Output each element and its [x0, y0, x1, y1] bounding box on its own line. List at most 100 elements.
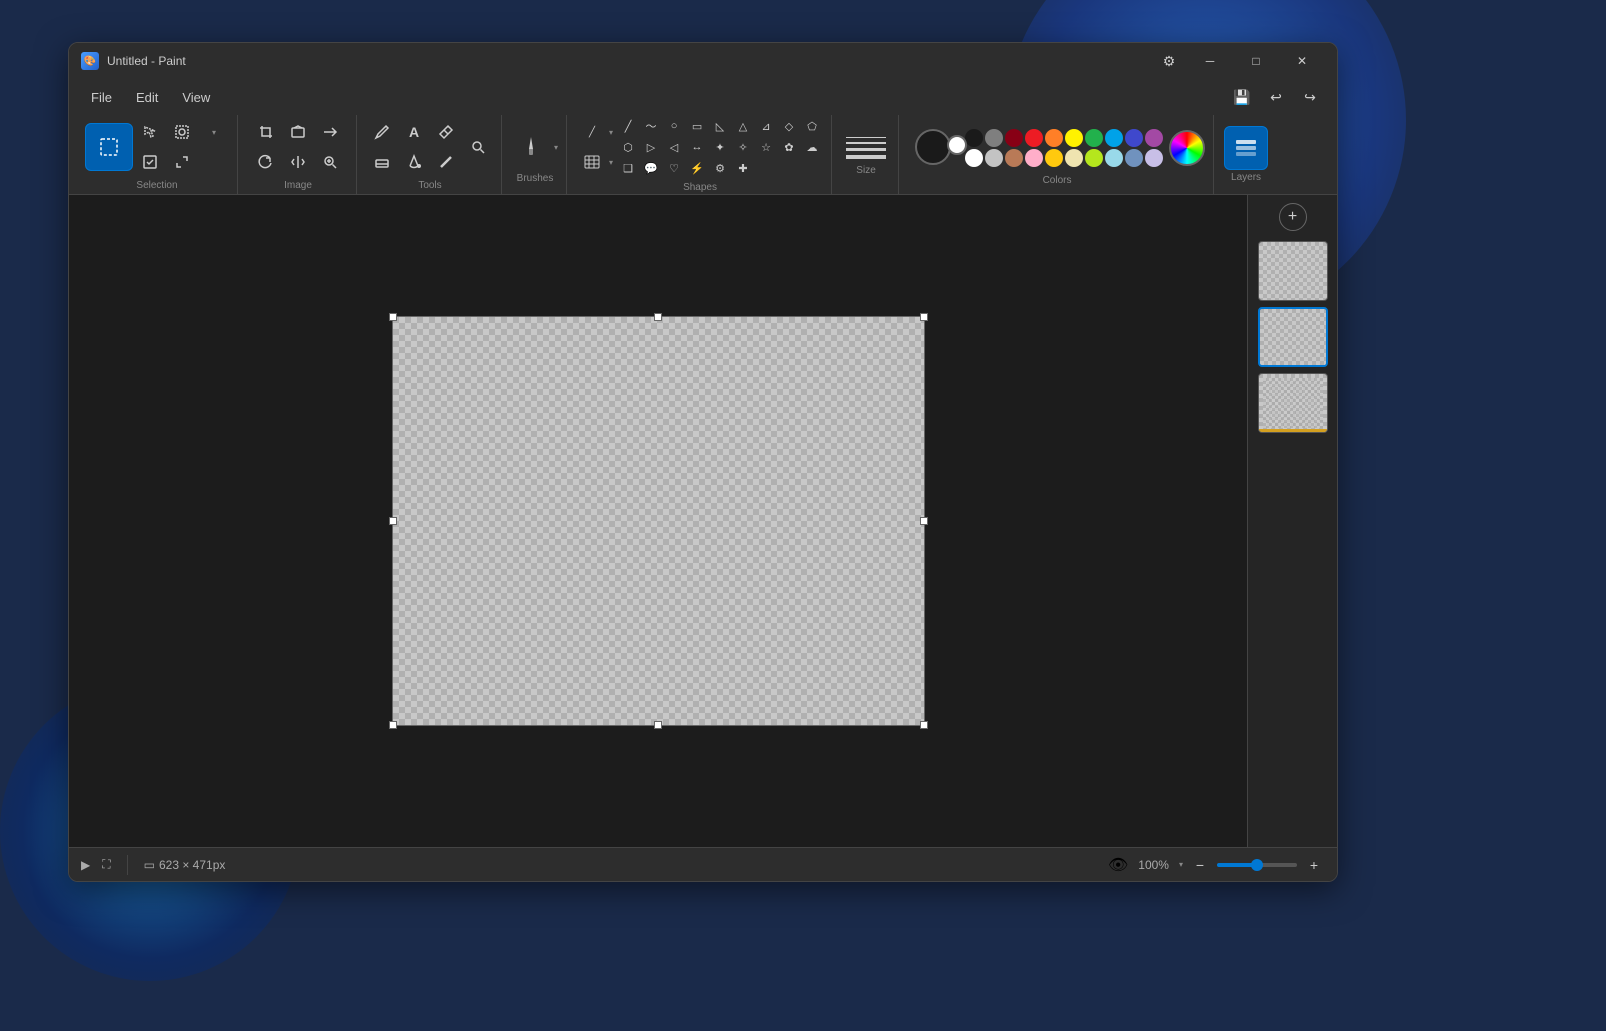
- size-3px[interactable]: [846, 148, 886, 151]
- brush-tool[interactable]: [512, 125, 550, 169]
- shape-rtriangle[interactable]: ⊿: [755, 116, 777, 136]
- add-layer-button[interactable]: +: [1279, 203, 1307, 231]
- color-pink[interactable]: [1025, 149, 1043, 167]
- color-lightyellow[interactable]: [1065, 149, 1083, 167]
- layer-thumb-2[interactable]: [1258, 307, 1328, 367]
- close-button[interactable]: ✕: [1279, 43, 1325, 79]
- shape-diamond[interactable]: ◇: [778, 116, 800, 136]
- shape-pentagon[interactable]: ⬠: [801, 116, 823, 136]
- color-steelblue[interactable]: [1125, 149, 1143, 167]
- shape-gear[interactable]: ⚙: [709, 158, 731, 178]
- zoom-value-display[interactable]: 100%: [1134, 856, 1173, 874]
- color-skyblue[interactable]: [1105, 149, 1123, 167]
- shape-heart[interactable]: ♡: [663, 158, 685, 178]
- shape-callout-oval[interactable]: 💬: [640, 158, 662, 178]
- expand-tool[interactable]: [167, 148, 197, 176]
- color-darkred[interactable]: [1005, 129, 1023, 147]
- color-yellow[interactable]: [1065, 129, 1083, 147]
- marker-tool[interactable]: [431, 148, 461, 176]
- color-green[interactable]: [1085, 129, 1103, 147]
- shape-5star[interactable]: ☆: [755, 137, 777, 157]
- color-blue[interactable]: [1125, 129, 1143, 147]
- color-brown[interactable]: [1005, 149, 1023, 167]
- edit-menu[interactable]: Edit: [126, 86, 168, 109]
- color-red[interactable]: [1025, 129, 1043, 147]
- color1-swatch[interactable]: [915, 129, 951, 165]
- shape-arrow-4[interactable]: ✦: [709, 137, 731, 157]
- shape-lightning[interactable]: ⚡: [686, 158, 708, 178]
- rotate-tool[interactable]: [251, 148, 281, 176]
- paint-canvas[interactable]: [392, 316, 925, 726]
- minimize-button[interactable]: ─: [1187, 43, 1233, 79]
- zoom-dropdown-arrow[interactable]: ▾: [1179, 860, 1183, 869]
- select-chevron[interactable]: ▾: [199, 118, 229, 146]
- handle-mid-right[interactable]: [920, 517, 928, 525]
- shape-arrow-r[interactable]: ▷: [640, 137, 662, 157]
- layers-panel-toggle[interactable]: [1224, 126, 1268, 170]
- shape-plus[interactable]: ✚: [732, 158, 754, 178]
- fullscreen-info[interactable]: ⛶: [102, 857, 110, 872]
- handle-top-right[interactable]: [920, 313, 928, 321]
- size-4px[interactable]: [846, 155, 886, 159]
- shape-arrow-2[interactable]: ↔: [686, 137, 708, 157]
- handle-bot-mid[interactable]: [654, 721, 662, 729]
- zoom-tool[interactable]: [315, 148, 345, 176]
- shape-triangle1[interactable]: ◺: [709, 116, 731, 136]
- color-lime[interactable]: [1085, 149, 1103, 167]
- handle-top-left[interactable]: [389, 313, 397, 321]
- layer-thumb-3[interactable]: [1258, 373, 1328, 433]
- color-black[interactable]: [965, 129, 983, 147]
- fill-tool[interactable]: [399, 148, 429, 176]
- shape-hex[interactable]: ⬡: [617, 137, 639, 157]
- save-button[interactable]: 💾: [1227, 83, 1257, 111]
- handle-bot-left[interactable]: [389, 721, 397, 729]
- outline-style[interactable]: ╱: [577, 118, 607, 146]
- undo-button[interactable]: ↩: [1261, 83, 1291, 111]
- text-tool[interactable]: A: [399, 118, 429, 146]
- layer-thumb-1[interactable]: [1258, 241, 1328, 301]
- maximize-button[interactable]: □: [1233, 43, 1279, 79]
- redo-button[interactable]: ↪: [1295, 83, 1325, 111]
- zoom-in-button[interactable]: +: [1303, 854, 1325, 876]
- zoom-out-button[interactable]: −: [1189, 854, 1211, 876]
- color-picker-button[interactable]: [1169, 130, 1205, 166]
- zoom-thumb[interactable]: [1251, 859, 1263, 871]
- shape-cloud[interactable]: ☁: [801, 137, 823, 157]
- handle-bot-right[interactable]: [920, 721, 928, 729]
- size-2px[interactable]: [846, 142, 886, 144]
- color-gray[interactable]: [985, 129, 1003, 147]
- shape-6star[interactable]: ✿: [778, 137, 800, 157]
- color-lavender[interactable]: [1145, 149, 1163, 167]
- eraser-tool[interactable]: [367, 148, 397, 176]
- handle-mid-left[interactable]: [389, 517, 397, 525]
- color2-swatch[interactable]: [947, 135, 967, 155]
- fill-style[interactable]: [577, 148, 607, 176]
- color-gold[interactable]: [1045, 149, 1063, 167]
- magnify-tool[interactable]: [463, 133, 493, 161]
- color-white[interactable]: [965, 149, 983, 167]
- flip-tool[interactable]: [283, 148, 313, 176]
- select-all-tool[interactable]: [135, 148, 165, 176]
- settings-button[interactable]: ⚙: [1151, 43, 1187, 79]
- shape-4star[interactable]: ✧: [732, 137, 754, 157]
- image-select-tool[interactable]: [167, 118, 197, 146]
- zoom-slider[interactable]: [1217, 863, 1297, 867]
- color-silver[interactable]: [985, 149, 1003, 167]
- shape-callout-rect[interactable]: ❑: [617, 158, 639, 178]
- selection-tool-active[interactable]: [85, 123, 133, 171]
- color-purple[interactable]: [1145, 129, 1163, 147]
- resize-tool[interactable]: [315, 118, 345, 146]
- color-lightblue[interactable]: [1105, 129, 1123, 147]
- handle-top-mid[interactable]: [654, 313, 662, 321]
- color-orange[interactable]: [1045, 129, 1063, 147]
- file-menu[interactable]: File: [81, 86, 122, 109]
- pencil-tool[interactable]: [367, 118, 397, 146]
- size-1px[interactable]: [846, 137, 886, 138]
- free-select-tool[interactable]: [135, 118, 165, 146]
- crop-tool[interactable]: [251, 118, 281, 146]
- view-menu[interactable]: View: [172, 86, 220, 109]
- select-image-tool[interactable]: [283, 118, 313, 146]
- shape-rect[interactable]: ▭: [686, 116, 708, 136]
- shape-arrow-l[interactable]: ◁: [663, 137, 685, 157]
- shape-triangle2[interactable]: △: [732, 116, 754, 136]
